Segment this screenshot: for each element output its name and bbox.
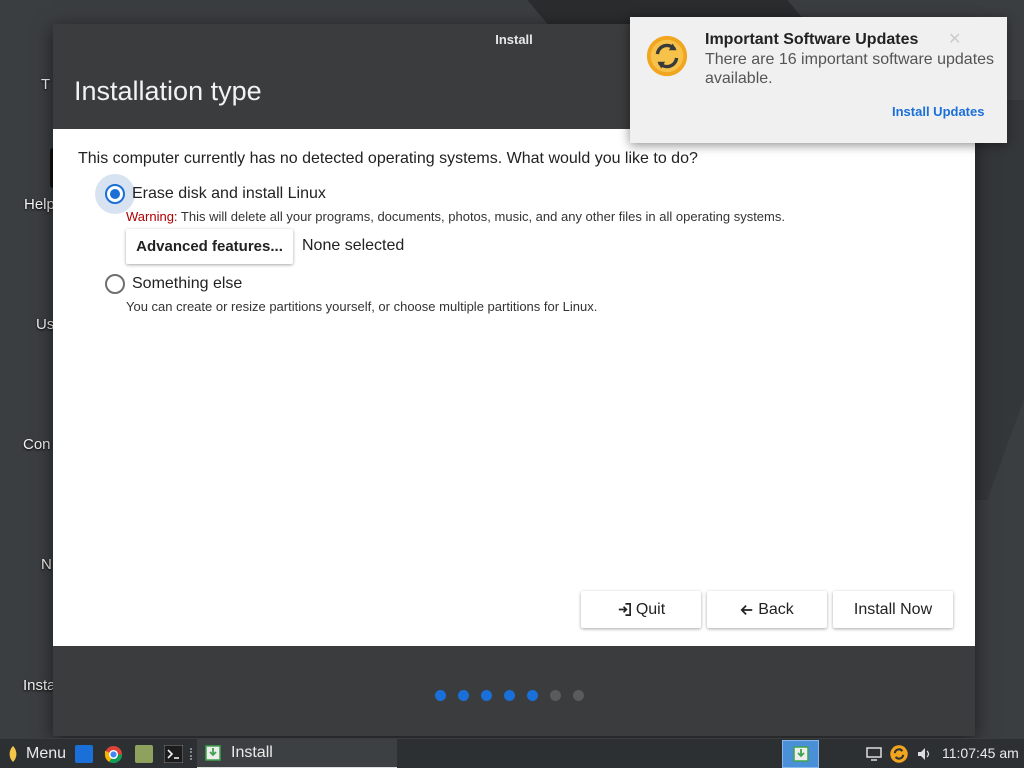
- something-else-label[interactable]: Something else: [132, 275, 242, 293]
- menu-button[interactable]: Menu: [6, 739, 66, 768]
- window-footer: [53, 646, 975, 736]
- display-icon[interactable]: [866, 747, 882, 761]
- progress-dot: [573, 690, 584, 701]
- desktop-icon-label: Insta: [23, 677, 56, 694]
- advanced-status: None selected: [302, 237, 405, 254]
- installer-icon: [205, 745, 221, 761]
- progress-indicator: [435, 690, 584, 702]
- progress-dot: [550, 690, 561, 701]
- warning-prefix: Warning:: [126, 209, 178, 224]
- install-now-label: Install Now: [853, 600, 933, 618]
- installation-type-panel: This computer currently has no detected …: [53, 129, 975, 646]
- desktop-icon-label: T: [41, 76, 51, 93]
- advanced-features-button[interactable]: Advanced features...: [126, 229, 293, 264]
- browser-icon[interactable]: [104, 745, 123, 764]
- quit-label: Quit: [635, 600, 666, 618]
- something-else-radio[interactable]: [105, 274, 125, 294]
- terminal-icon[interactable]: [164, 745, 183, 763]
- page-title: Installation type: [74, 76, 262, 106]
- file-manager-icon[interactable]: [135, 745, 153, 763]
- taskbar-window-label: Install: [231, 744, 273, 761]
- something-else-description: You can create or resize partitions your…: [126, 299, 598, 314]
- progress-dot: [481, 690, 492, 701]
- erase-disk-label[interactable]: Erase disk and install Linux: [132, 185, 326, 203]
- progress-dot: [458, 690, 469, 701]
- quit-button[interactable]: Quit: [581, 591, 701, 628]
- erase-disk-radio[interactable]: [105, 184, 125, 204]
- quit-icon: [618, 603, 631, 616]
- update-tray-icon[interactable]: [889, 744, 909, 764]
- desktop-icon-label: Us: [36, 316, 55, 333]
- progress-dot: [504, 690, 515, 701]
- taskbar-separator: [190, 748, 194, 760]
- progress-dot: [527, 690, 538, 701]
- software-update-icon: [646, 35, 688, 77]
- menu-label: Menu: [26, 745, 67, 762]
- workspace-switcher[interactable]: [782, 740, 819, 768]
- arrow-left-icon: [740, 604, 753, 615]
- files-icon[interactable]: [75, 745, 93, 763]
- notification-body: There are 16 important software updates …: [705, 51, 995, 87]
- back-label: Back: [758, 600, 794, 618]
- update-notification[interactable]: Important Software Updates ✕ There are 1…: [630, 17, 1007, 143]
- question-text: This computer currently has no detected …: [78, 150, 698, 167]
- notification-title: Important Software Updates: [705, 31, 919, 48]
- install-now-button[interactable]: Install Now: [833, 591, 953, 628]
- clock[interactable]: 11:07:45 am: [942, 745, 1019, 761]
- back-button[interactable]: Back: [707, 591, 827, 628]
- erase-warning: Warning: This will delete all your progr…: [126, 209, 785, 224]
- taskbar-window-install[interactable]: Install: [197, 739, 397, 768]
- desktop-icon-label: Help: [24, 196, 55, 213]
- desktop-icon-label: N: [41, 556, 52, 573]
- taskbar: Menu Install 11:07:45 am: [0, 738, 1024, 768]
- desktop-icon-label: Con: [23, 436, 51, 453]
- installer-icon: [793, 746, 809, 762]
- notification-close-icon[interactable]: ✕: [948, 29, 961, 49]
- menu-logo-icon: [9, 746, 17, 762]
- warning-text: This will delete all your programs, docu…: [177, 209, 785, 224]
- volume-icon[interactable]: [917, 747, 933, 761]
- progress-dot: [435, 690, 446, 701]
- install-updates-link[interactable]: Install Updates: [892, 104, 984, 119]
